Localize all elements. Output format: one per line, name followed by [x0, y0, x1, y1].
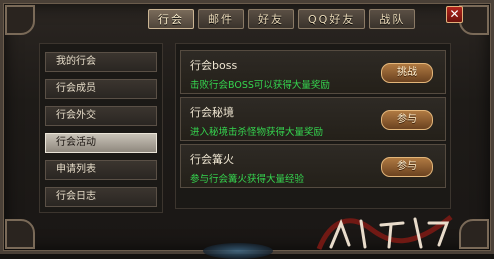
- guild-window: 行会 邮件 好友 QQ好友 战队 ✕ 我的行会 行会成员 行会外交 行会活动 申…: [0, 0, 494, 259]
- tab-friends[interactable]: 好友: [248, 9, 294, 29]
- close-icon[interactable]: ✕: [446, 6, 463, 23]
- sidebar-item-activities[interactable]: 行会活动: [45, 133, 157, 153]
- tab-mail[interactable]: 邮件: [198, 9, 244, 29]
- frame-corner: [459, 219, 489, 249]
- frame-corner: [459, 5, 489, 35]
- frame-corner: [5, 5, 35, 35]
- join-button[interactable]: 参与: [381, 110, 433, 130]
- tab-guild[interactable]: 行会: [148, 9, 194, 29]
- sidebar-item-applications[interactable]: 申请列表: [45, 160, 157, 180]
- tab-bar: 行会 邮件 好友 QQ好友 战队: [148, 9, 416, 31]
- join-button[interactable]: 参与: [381, 157, 433, 177]
- sidebar-item-log[interactable]: 行会日志: [45, 187, 157, 207]
- sidebar-item-diplomacy[interactable]: 行会外交: [45, 106, 157, 126]
- game-logo: [316, 215, 453, 250]
- challenge-button[interactable]: 挑战: [381, 63, 433, 83]
- tab-qq-friends[interactable]: QQ好友: [298, 9, 366, 29]
- activity-title: 行会秘境: [190, 106, 234, 119]
- sidebar-item-my-guild[interactable]: 我的行会: [45, 52, 157, 72]
- sidebar: 我的行会 行会成员 行会外交 行会活动 申请列表 行会日志: [39, 43, 163, 213]
- activity-list: 行会boss 击败行会BOSS可以获得大量奖励 挑战 行会秘境 进入秘境击杀怪物…: [175, 43, 451, 209]
- activity-title: 行会boss: [190, 59, 238, 72]
- activity-row-boss: 行会boss 击败行会BOSS可以获得大量奖励 挑战: [180, 50, 446, 94]
- frame-corner: [5, 219, 35, 249]
- tab-team[interactable]: 战队: [369, 9, 416, 29]
- activity-desc: 击败行会BOSS可以获得大量奖励: [190, 80, 330, 91]
- activity-title: 行会篝火: [190, 153, 234, 166]
- activity-row-bonfire: 行会篝火 参与行会篝火获得大量经验 参与: [180, 144, 446, 188]
- activity-desc: 参与行会篝火获得大量经验: [190, 174, 305, 185]
- activity-row-secret-realm: 行会秘境 进入秘境击杀怪物获得大量奖励 参与: [180, 97, 446, 141]
- activity-desc: 进入秘境击杀怪物获得大量奖励: [190, 127, 324, 138]
- globe-decoration: [203, 243, 273, 259]
- sidebar-item-members[interactable]: 行会成员: [45, 79, 157, 99]
